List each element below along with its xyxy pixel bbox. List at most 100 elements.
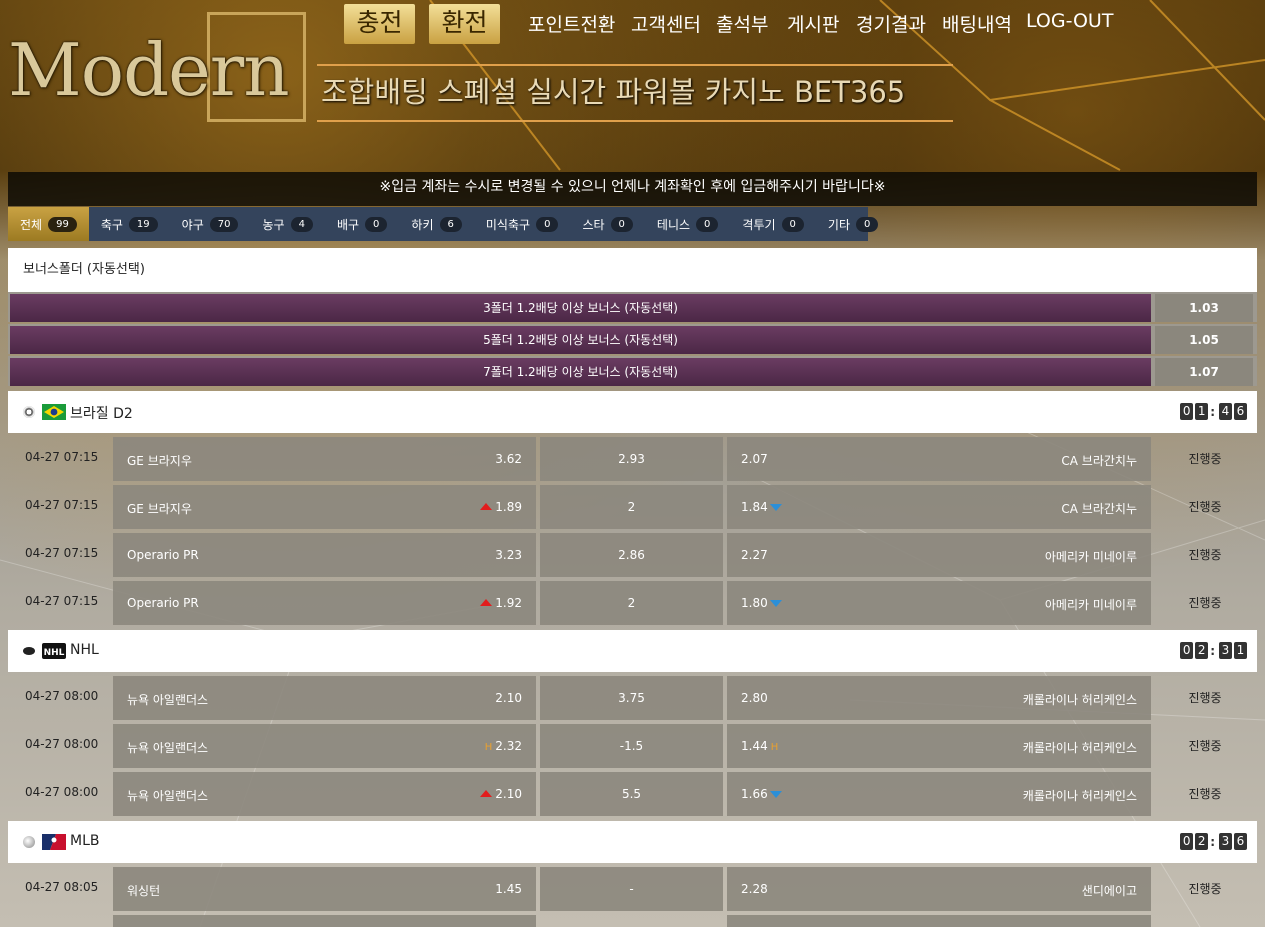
deposit-button[interactable]: 충전 bbox=[344, 4, 415, 44]
tab-label: 전체 bbox=[20, 217, 43, 232]
tab-hockey[interactable]: 하키 6 bbox=[399, 207, 473, 241]
home-bet-cell[interactable]: GE 브라지우 3.62 bbox=[113, 437, 536, 481]
away-bet-cell[interactable]: 1.66 캐롤라이나 허리케인스 bbox=[727, 772, 1151, 816]
draw-bet-cell[interactable]: 2.86 bbox=[540, 533, 723, 577]
tab-other[interactable]: 기타 0 bbox=[816, 207, 890, 241]
handicap-marker: H bbox=[770, 742, 779, 753]
away-bet-cell[interactable]: 1.84 CA 브라간치누 bbox=[727, 485, 1151, 529]
home-team: GE 브라지우 bbox=[127, 454, 192, 468]
game-row: 04-27 07:15 GE 브라지우 1.89 2 1.84 CA 브라간치누 진… bbox=[8, 481, 1257, 529]
baseball-icon bbox=[23, 836, 35, 848]
game-time: 04-27 07:15 bbox=[25, 546, 99, 560]
draw-bet-cell[interactable]: - bbox=[540, 867, 723, 911]
tab-label: 야구 bbox=[181, 217, 204, 232]
bonus-odds[interactable]: 1.07 bbox=[1155, 358, 1253, 386]
game-time: 04-27 07:15 bbox=[25, 450, 99, 464]
up-arrow-icon bbox=[480, 599, 493, 606]
up-arrow-icon bbox=[480, 790, 493, 797]
away-bet-cell[interactable]: 2.27 아메리카 미네이루 bbox=[727, 533, 1151, 577]
away-team: 샌디에이고 bbox=[1081, 884, 1137, 898]
home-bet-cell[interactable]: Operario PR 1.92 bbox=[113, 581, 536, 625]
handicap-bet-cell[interactable]: 2 bbox=[540, 581, 723, 625]
timer-digit: 2 bbox=[1195, 642, 1209, 659]
game-row-partial bbox=[8, 911, 1257, 927]
brazil-flag-icon bbox=[42, 404, 66, 420]
timer-digit: 3 bbox=[1219, 642, 1232, 659]
tab-baseball[interactable]: 야구 70 bbox=[170, 207, 251, 241]
timer-separator: : bbox=[1210, 643, 1215, 658]
down-arrow-icon bbox=[769, 791, 782, 798]
bonus-label[interactable]: 5폴더 1.2배당 이상 보너스 (자동선택) bbox=[10, 326, 1151, 354]
deposit-notice: ※입금 계좌는 수시로 변경될 수 있으니 언제나 계좌확인 후에 입금해주시기… bbox=[8, 172, 1257, 206]
tab-martial-arts[interactable]: 격투기 0 bbox=[730, 207, 816, 241]
away-bet-cell[interactable]: 2.80 캐롤라이나 허리케인스 bbox=[727, 676, 1151, 720]
handicap-bet-cell[interactable]: 2 bbox=[540, 485, 723, 529]
home-bet-cell[interactable]: 워싱턴 1.45 bbox=[113, 867, 536, 911]
home-bet-cell[interactable] bbox=[113, 915, 536, 927]
bonus-label[interactable]: 7폴더 1.2배당 이상 보너스 (자동선택) bbox=[10, 358, 1151, 386]
game-status: 진행중 bbox=[1188, 500, 1222, 514]
tab-basketball[interactable]: 농구 4 bbox=[250, 207, 324, 241]
hockey-puck-icon bbox=[23, 647, 35, 655]
tab-label: 스타 bbox=[582, 217, 605, 232]
away-odds-wrap: 1.80 bbox=[741, 596, 782, 610]
away-bet-cell[interactable]: 2.07 CA 브라간치누 bbox=[727, 437, 1151, 481]
tab-american-football[interactable]: 미식축구 0 bbox=[474, 207, 571, 241]
handicap-bet-cell[interactable]: -1.5 bbox=[540, 724, 723, 768]
game-time: 04-27 08:00 bbox=[25, 737, 99, 751]
nav-board[interactable]: 게시판 bbox=[787, 10, 839, 37]
draw-bet-cell[interactable]: 2.93 bbox=[540, 437, 723, 481]
tab-volleyball[interactable]: 배구 0 bbox=[325, 207, 399, 241]
nav-bet-history[interactable]: 배팅내역 bbox=[942, 10, 1012, 37]
nav-logout[interactable]: LOG-OUT bbox=[1026, 10, 1113, 32]
league-name: NHL bbox=[70, 642, 99, 658]
bonus-row[interactable]: 5폴더 1.2배당 이상 보너스 (자동선택) 1.05 bbox=[8, 324, 1257, 354]
home-odds: 1.89 bbox=[495, 500, 522, 514]
tab-starcraft[interactable]: 스타 0 bbox=[570, 207, 644, 241]
tab-soccer[interactable]: 축구 19 bbox=[89, 207, 170, 241]
away-team: CA 브라간치누 bbox=[1061, 454, 1137, 468]
home-odds: 3.62 bbox=[495, 452, 522, 466]
away-bet-cell[interactable] bbox=[727, 915, 1151, 927]
nav-game-results[interactable]: 경기결과 bbox=[856, 10, 926, 37]
site-logo[interactable]: Modern bbox=[8, 28, 290, 112]
tab-count: 4 bbox=[290, 216, 313, 232]
game-row: 04-27 08:05 워싱턴 1.45 - 2.28 샌디에이고 진행중 bbox=[8, 863, 1257, 911]
nav-customer-center[interactable]: 고객센터 bbox=[631, 10, 701, 37]
home-odds-wrap: 2.10 bbox=[480, 787, 522, 801]
handicap-marker: H bbox=[484, 742, 493, 753]
away-bet-cell[interactable]: 1.44 H 캐롤라이나 허리케인스 bbox=[727, 724, 1151, 768]
home-bet-cell[interactable]: GE 브라지우 1.89 bbox=[113, 485, 536, 529]
away-odds: 2.80 bbox=[741, 691, 768, 705]
away-team: 캐롤라이나 허리케인스 bbox=[1022, 693, 1137, 707]
away-team: CA 브라간치누 bbox=[1061, 502, 1137, 516]
game-time: 04-27 07:15 bbox=[25, 594, 99, 608]
tab-count: 0 bbox=[536, 216, 559, 232]
bonus-row[interactable]: 7폴더 1.2배당 이상 보너스 (자동선택) 1.07 bbox=[8, 356, 1257, 386]
tab-all[interactable]: 전체 99 bbox=[8, 207, 89, 241]
home-team: Operario PR bbox=[127, 548, 199, 562]
home-bet-cell[interactable]: 뉴욕 아일랜더스 H 2.32 bbox=[113, 724, 536, 768]
bonus-odds[interactable]: 1.03 bbox=[1155, 294, 1253, 322]
away-bet-cell[interactable]: 2.28 샌디에이고 bbox=[727, 867, 1151, 911]
home-odds: 2.32 bbox=[495, 739, 522, 753]
nav-attendance[interactable]: 출석부 bbox=[716, 10, 768, 37]
bonus-odds[interactable]: 1.05 bbox=[1155, 326, 1253, 354]
withdraw-button[interactable]: 환전 bbox=[429, 4, 500, 44]
over-under-bet-cell[interactable]: 5.5 bbox=[540, 772, 723, 816]
league-header: 브라질 D2 01:46 bbox=[8, 391, 1257, 433]
tab-tennis[interactable]: 테니스 0 bbox=[645, 207, 731, 241]
home-bet-cell[interactable]: Operario PR 3.23 bbox=[113, 533, 536, 577]
home-bet-cell[interactable]: 뉴욕 아일랜더스 2.10 bbox=[113, 772, 536, 816]
away-odds-wrap: 1.44 H bbox=[741, 739, 778, 753]
draw-bet-cell[interactable]: 3.75 bbox=[540, 676, 723, 720]
bonus-label[interactable]: 3폴더 1.2배당 이상 보너스 (자동선택) bbox=[10, 294, 1151, 322]
away-team: 캐롤라이나 허리케인스 bbox=[1022, 741, 1137, 755]
timer-digit: 1 bbox=[1234, 642, 1247, 659]
away-bet-cell[interactable]: 1.80 아메리카 미네이루 bbox=[727, 581, 1151, 625]
away-team: 아메리카 미네이루 bbox=[1044, 550, 1137, 564]
nav-point-convert[interactable]: 포인트전환 bbox=[528, 10, 615, 37]
home-bet-cell[interactable]: 뉴욕 아일랜더스 2.10 bbox=[113, 676, 536, 720]
timer-digit: 1 bbox=[1195, 403, 1209, 420]
bonus-row[interactable]: 3폴더 1.2배당 이상 보너스 (자동선택) 1.03 bbox=[8, 292, 1257, 322]
